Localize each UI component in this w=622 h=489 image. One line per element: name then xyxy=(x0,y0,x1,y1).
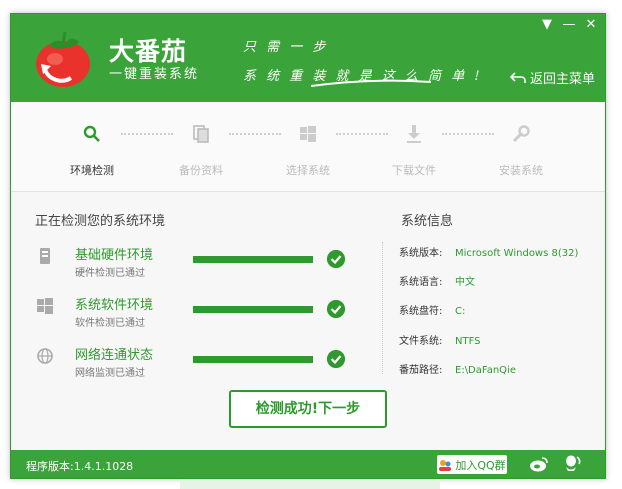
slogan-swoosh-decoration xyxy=(311,79,431,87)
globe-icon xyxy=(37,348,53,364)
weibo-icon[interactable] xyxy=(529,456,549,472)
header: 大番茄 一键重装系统 只 需 一 步 系 统 重 装 就 是 这 么 简 单 !… xyxy=(11,14,605,102)
check-title: 基础硬件环境 xyxy=(75,248,154,263)
qq-chat-icon[interactable] xyxy=(562,455,582,473)
check-status: 硬件检测已通过 xyxy=(75,268,145,279)
menu-button[interactable]: ▼ xyxy=(539,17,555,32)
step-label: 选择系统 xyxy=(286,164,330,177)
download-icon xyxy=(407,125,421,143)
sysinfo-row: 番茄路径: E:\DaFanQie xyxy=(399,361,516,376)
windows-icon xyxy=(300,126,316,142)
step-label: 安装系统 xyxy=(499,164,543,177)
check-network: 网络连通状态 网络监测已通过 xyxy=(37,344,357,384)
sysinfo-row: 文件系统: NTFS xyxy=(399,332,481,347)
check-progress-bar xyxy=(193,256,313,263)
minimize-button[interactable]: — xyxy=(561,17,577,32)
windows-icon xyxy=(37,298,53,314)
check-title: 网络连通状态 xyxy=(75,348,154,363)
join-qq-group-label: 加入QQ群 xyxy=(455,458,506,472)
program-version: 程序版本:1.4.1.1028 xyxy=(26,460,134,473)
check-passed-icon xyxy=(327,300,345,318)
close-button[interactable]: ✕ xyxy=(583,17,599,32)
back-to-main-label: 返回主菜单 xyxy=(529,72,595,87)
back-to-main-button[interactable]: 返回主菜单 xyxy=(509,68,595,87)
qq-group-icon xyxy=(439,459,452,471)
step-select-system: 选择系统 xyxy=(263,122,353,178)
sysinfo-label: 番茄路径: xyxy=(399,365,443,376)
brand-subtitle: 一键重装系统 xyxy=(109,67,200,82)
check-passed-icon xyxy=(327,250,345,268)
check-title: 系统软件环境 xyxy=(75,298,154,313)
sysinfo-value: Microsoft Windows 8(32) xyxy=(455,248,579,259)
sysinfo-label: 文件系统: xyxy=(399,336,443,347)
sysinfo-row: 系统语言: 中文 xyxy=(399,273,475,288)
sysinfo-label: 系统语言: xyxy=(399,277,443,288)
sysinfo-value: 中文 xyxy=(455,277,475,288)
wrench-icon xyxy=(512,125,530,143)
search-icon xyxy=(83,125,100,142)
back-arrow-icon xyxy=(509,71,526,83)
slogan: 只 需 一 步 系 统 重 装 就 是 这 么 简 单 ! xyxy=(243,36,483,84)
sysinfo-title: 系统信息 xyxy=(401,214,454,229)
step-backup: 备份资料 xyxy=(156,122,246,178)
check-progress-bar xyxy=(193,356,313,363)
sysinfo-label: 系统盘符: xyxy=(399,306,443,317)
check-section-title: 正在检测您的系统环境 xyxy=(35,214,166,229)
check-software: 系统软件环境 软件检测已通过 xyxy=(37,294,357,334)
check-status: 软件检测已通过 xyxy=(75,318,145,329)
step-install: 安装系统 xyxy=(476,122,566,178)
window-controls: ▼ — ✕ xyxy=(539,17,599,32)
sysinfo-row: 系统版本: Microsoft Windows 8(32) xyxy=(399,244,578,259)
brand: 大番茄 一键重装系统 xyxy=(109,38,199,84)
step-label: 下载文件 xyxy=(392,164,436,177)
footer: 程序版本:1.4.1.1028 加入QQ群 xyxy=(11,450,605,478)
sysinfo-value: E:\DaFanQie xyxy=(455,365,516,376)
sysinfo-label: 系统版本: xyxy=(399,248,443,259)
brand-title: 大番茄 xyxy=(109,37,188,66)
check-progress-bar xyxy=(193,306,313,313)
installer-window: 大番茄 一键重装系统 只 需 一 步 系 统 重 装 就 是 这 么 简 单 !… xyxy=(10,13,606,479)
section-divider xyxy=(382,242,383,374)
tomato-logo-icon xyxy=(36,31,90,87)
check-hardware: 基础硬件环境 硬件检测已通过 xyxy=(37,244,357,284)
slogan-line-1: 只 需 一 步 xyxy=(243,40,329,55)
backup-icon xyxy=(193,125,209,143)
sysinfo-value: NTFS xyxy=(455,336,481,347)
background-window-peek xyxy=(180,479,440,489)
hardware-icon xyxy=(40,248,50,264)
step-progress: 环境检测 备份资料 选择系统 下载文件 安装系统 xyxy=(11,102,605,192)
next-step-button[interactable]: 检测成功!下一步 xyxy=(229,390,387,428)
check-status: 网络监测已通过 xyxy=(75,368,145,379)
step-label: 环境检测 xyxy=(70,164,114,177)
step-environment-check: 环境检测 xyxy=(47,122,137,178)
sysinfo-value: C: xyxy=(455,306,466,317)
sysinfo-row: 系统盘符: C: xyxy=(399,302,465,317)
step-download: 下载文件 xyxy=(369,122,459,178)
check-passed-icon xyxy=(327,350,345,368)
join-qq-group-button[interactable]: 加入QQ群 xyxy=(437,455,507,474)
step-label: 备份资料 xyxy=(179,164,223,177)
